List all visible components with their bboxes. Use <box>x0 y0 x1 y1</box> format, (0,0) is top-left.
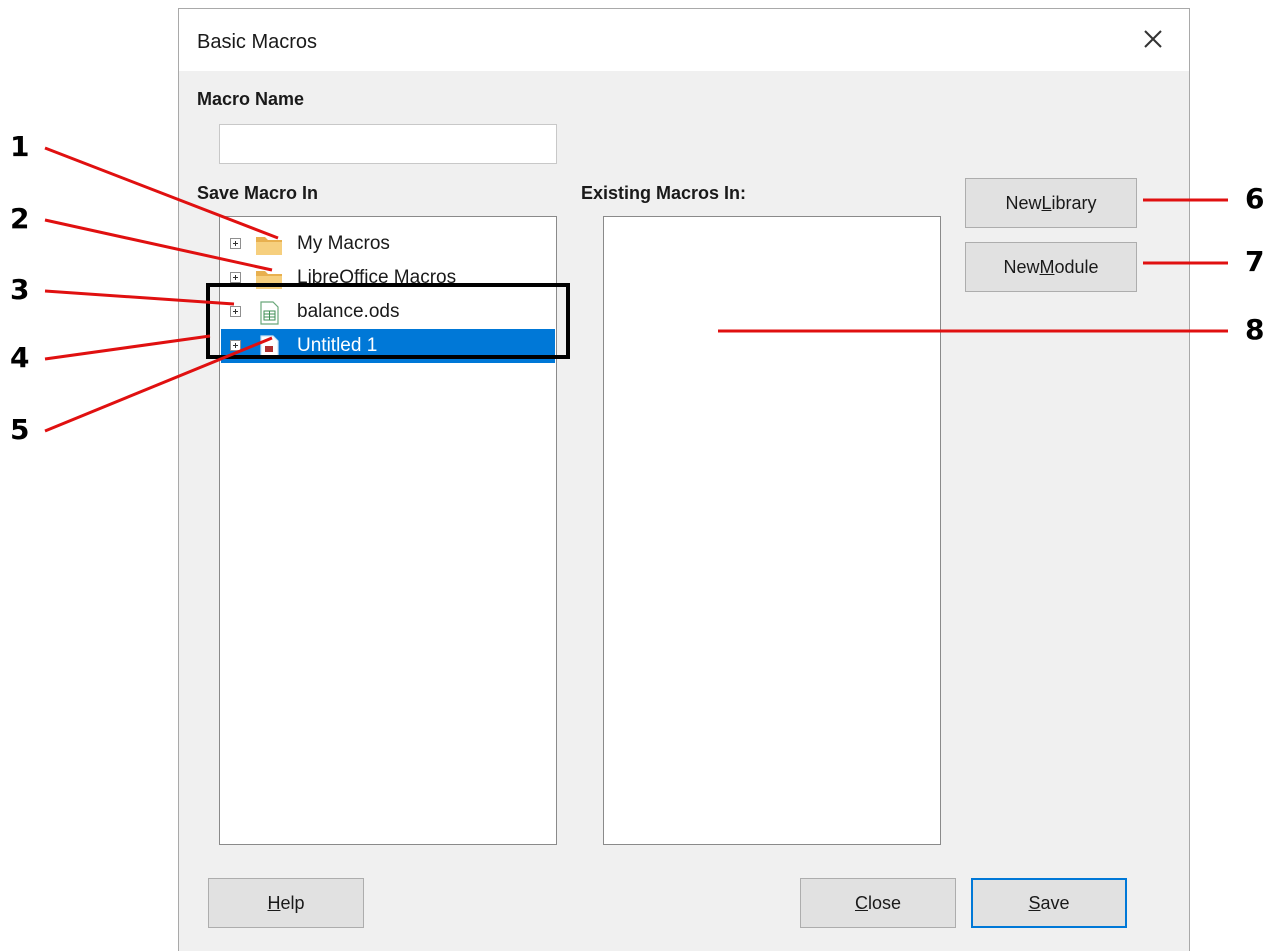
callout-number-3: 3 <box>10 273 30 306</box>
new-library-button[interactable]: New Library <box>965 178 1137 228</box>
spreadsheet-document-icon <box>260 301 279 325</box>
tree-item-my-macros[interactable]: My Macros <box>221 227 555 261</box>
callout-number-1: 1 <box>10 130 30 163</box>
callout-number-6: 6 <box>1245 182 1265 215</box>
existing-macros-label: Existing Macros In: <box>581 183 747 203</box>
callout-number-4: 4 <box>10 341 30 374</box>
help-button[interactable]: Help <box>208 878 364 928</box>
save-macro-in-tree[interactable]: My Macros LibreOffice Macros balance.ods <box>219 216 557 845</box>
tree-item-label: balance.ods <box>297 301 400 322</box>
folder-icon <box>256 271 282 289</box>
folder-icon <box>256 237 282 255</box>
tree-item-label: LibreOffice Macros <box>297 267 457 288</box>
save-button[interactable]: Save <box>971 878 1127 928</box>
macro-name-label: Macro Name <box>197 89 305 109</box>
close-icon[interactable] <box>1139 25 1167 53</box>
callout-number-8: 8 <box>1245 313 1265 346</box>
callout-number-5: 5 <box>10 413 30 446</box>
callout-number-2: 2 <box>10 202 30 235</box>
macro-name-input[interactable] <box>219 124 557 164</box>
dialog-title: Basic Macros <box>197 31 318 53</box>
expand-icon[interactable] <box>230 272 241 283</box>
close-button[interactable]: Close <box>800 878 956 928</box>
callout-number-7: 7 <box>1245 245 1265 278</box>
document-icon <box>260 335 279 359</box>
tree-item-libreoffice-macros[interactable]: LibreOffice Macros <box>221 261 555 295</box>
expand-icon[interactable] <box>230 340 241 351</box>
existing-macros-list[interactable] <box>603 216 941 845</box>
tree-item-balance-ods[interactable]: balance.ods <box>221 295 555 329</box>
tree-item-label: Untitled 1 <box>297 335 378 356</box>
tree-item-untitled-1[interactable]: Untitled 1 <box>221 329 555 363</box>
save-macro-in-label: Save Macro In <box>197 183 319 203</box>
expand-icon[interactable] <box>230 238 241 249</box>
expand-icon[interactable] <box>230 306 241 317</box>
title-bar: Basic Macros <box>179 9 1189 71</box>
basic-macros-dialog: Basic Macros Macro Name Save Macro In Ex… <box>178 8 1190 951</box>
tree-item-label: My Macros <box>297 233 390 254</box>
new-module-button[interactable]: New Module <box>965 242 1137 292</box>
